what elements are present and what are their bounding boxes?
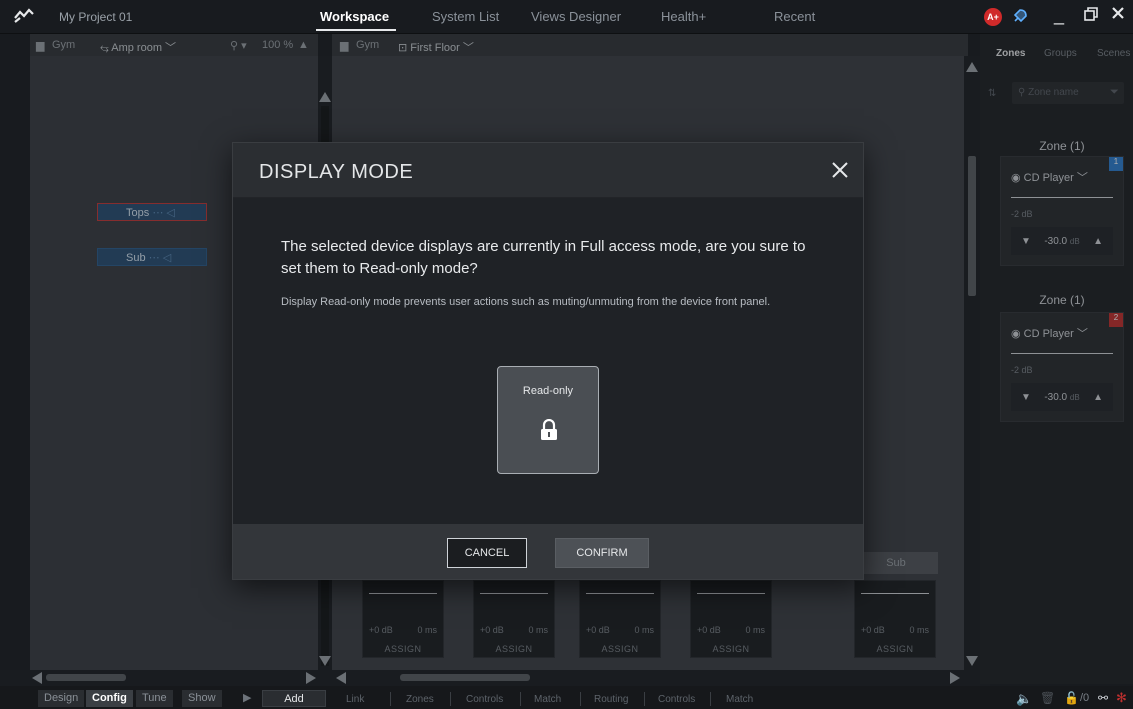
active-tab-indicator (316, 29, 396, 31)
minimize-icon[interactable]: _ (1049, 5, 1069, 26)
mode-tune[interactable]: Tune (136, 690, 173, 707)
account-badge[interactable]: A+ (984, 8, 1002, 26)
bottom-toolbar: Design Config Tune Show ▶ Add Link Zones… (0, 686, 1133, 709)
play-icon[interactable]: ▶ (243, 690, 251, 707)
controls-tool[interactable]: Controls (466, 694, 503, 705)
app-logo-icon[interactable] (12, 6, 36, 26)
read-only-option[interactable]: Read-only (497, 366, 599, 474)
speaker-icon[interactable]: 🔈 (1016, 691, 1032, 707)
read-only-label: Read-only (522, 385, 574, 397)
trash-icon[interactable]: 🗑 (1040, 691, 1055, 705)
dialog-body: The selected device displays are current… (233, 198, 863, 524)
close-window-icon[interactable] (1108, 5, 1128, 26)
tab-views-designer[interactable]: Views Designer (531, 9, 621, 24)
confirm-button[interactable]: CONFIRM (555, 538, 649, 568)
close-icon[interactable] (827, 157, 853, 183)
counter-badge: /0 (1080, 692, 1090, 704)
lock-icon (539, 418, 559, 441)
tab-system-list[interactable]: System List (432, 9, 499, 24)
add-button[interactable]: Add (262, 690, 326, 707)
cancel-button[interactable]: CANCEL (447, 538, 527, 568)
language-flag-icon[interactable]: ✻ (1116, 690, 1127, 706)
mode-config[interactable]: Config (86, 690, 133, 707)
dialog-question: The selected device displays are current… (281, 238, 806, 277)
link-tool[interactable]: Link (346, 694, 364, 705)
dialog-footer: CANCEL CONFIRM (233, 524, 863, 579)
project-name[interactable]: My Project 01 (59, 10, 132, 24)
display-mode-dialog: DISPLAY MODE The selected device display… (232, 142, 864, 580)
controls-tool-2[interactable]: Controls (658, 694, 695, 705)
routing-tool[interactable]: Routing (594, 694, 628, 705)
tab-workspace[interactable]: Workspace (320, 9, 389, 24)
app-window: My Project 01 Workspace System List View… (0, 0, 1133, 709)
dialog-title: DISPLAY MODE (259, 161, 414, 183)
match-tool[interactable]: Match (534, 694, 561, 705)
mode-show[interactable]: Show (182, 690, 222, 707)
match-tool-2[interactable]: Match (726, 694, 753, 705)
dialog-header: DISPLAY MODE (233, 143, 863, 198)
unlock-icon[interactable]: 🔓 (1064, 691, 1079, 705)
tab-recent[interactable]: Recent (774, 9, 815, 24)
dialog-note: Display Read-only mode prevents user act… (281, 296, 771, 308)
rocket-icon[interactable] (1011, 7, 1029, 25)
top-bar: My Project 01 Workspace System List View… (0, 0, 1133, 34)
network-icon[interactable]: ⚯ (1098, 691, 1108, 705)
tab-health[interactable]: Health+ (661, 9, 706, 24)
mode-design[interactable]: Design (38, 690, 85, 707)
zones-tool[interactable]: Zones (406, 694, 434, 705)
restore-icon[interactable] (1081, 7, 1101, 25)
